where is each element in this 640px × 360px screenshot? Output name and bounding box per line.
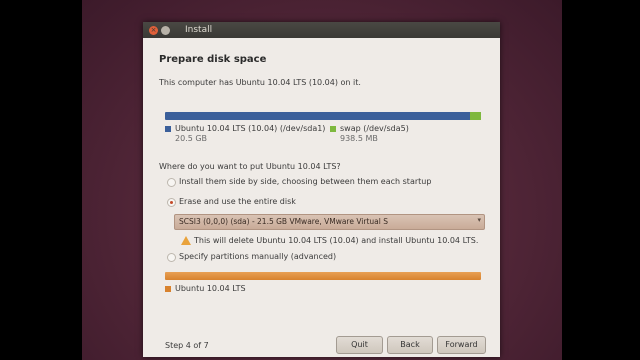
radio-manual-partitions[interactable] — [167, 253, 176, 262]
current-partition-bar — [165, 112, 481, 120]
option-erase-disk-label[interactable]: Erase and use the entire disk — [179, 197, 296, 206]
installer-window: × Install Prepare disk space This comput… — [143, 22, 500, 357]
chevron-down-icon: ▾ — [477, 216, 481, 224]
legend-ubuntu-size: 20.5 GB — [175, 134, 208, 143]
minimize-icon[interactable] — [161, 25, 170, 35]
option-side-by-side-label[interactable]: Install them side by side, choosing betw… — [179, 177, 431, 186]
result-partition-bar — [165, 272, 481, 280]
step-indicator: Step 4 of 7 — [165, 341, 209, 350]
quit-button[interactable]: Quit — [336, 336, 383, 354]
warning-text: This will delete Ubuntu 10.04 LTS (10.04… — [194, 236, 479, 245]
page-title: Prepare disk space — [159, 54, 267, 65]
legend-swap-name: swap (/dev/sda5) — [340, 124, 409, 133]
legend-result-name: Ubuntu 10.04 LTS — [175, 284, 246, 293]
legend-swap-size: 938.5 MB — [340, 134, 378, 143]
window-titlebar: × Install — [143, 22, 500, 38]
swap-partition-segment — [470, 112, 481, 120]
legend-result-swatch — [165, 286, 171, 292]
close-icon[interactable]: × — [149, 25, 158, 35]
radio-side-by-side[interactable] — [167, 178, 176, 187]
disk-select-value: SCSI3 (0,0,0) (sda) - 21.5 GB VMware, VM… — [179, 217, 388, 226]
legend-ubuntu-name: Ubuntu 10.04 LTS (10.04) (/dev/sda1) — [175, 124, 326, 133]
computer-info: This computer has Ubuntu 10.04 LTS (10.0… — [159, 78, 361, 87]
install-question: Where do you want to put Ubuntu 10.04 LT… — [159, 162, 341, 171]
forward-button[interactable]: Forward — [437, 336, 486, 354]
radio-erase-disk[interactable] — [167, 198, 176, 207]
legend-ubuntu-swatch — [165, 126, 171, 132]
legend-swap-swatch — [330, 126, 336, 132]
back-button[interactable]: Back — [387, 336, 433, 354]
window-title: Install — [185, 25, 213, 35]
option-manual-label[interactable]: Specify partitions manually (advanced) — [179, 252, 336, 261]
warning-icon — [181, 236, 191, 245]
disk-select[interactable]: SCSI3 (0,0,0) (sda) - 21.5 GB VMware, VM… — [174, 214, 485, 230]
